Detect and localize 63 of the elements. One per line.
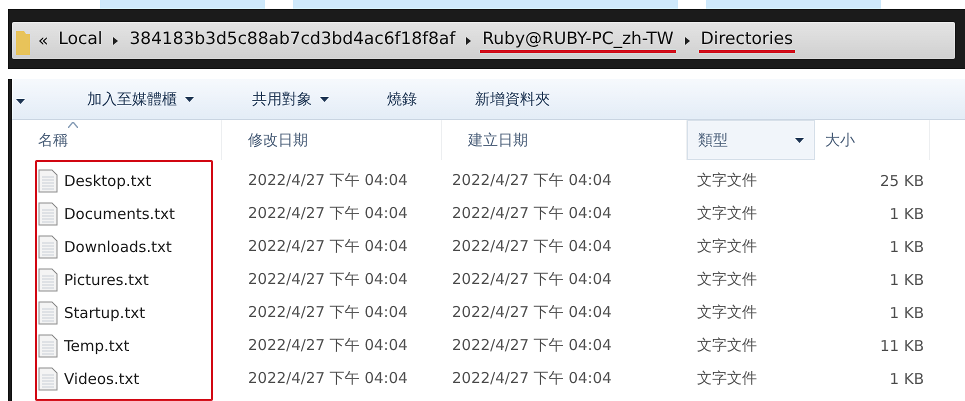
table-cell-text: 文字文件 <box>696 171 758 190</box>
table-cell-text: 2022/4/27 下午 04:04 <box>451 303 613 322</box>
address-bar[interactable]: « Local 384183b3d5c88ab7cd3bd4ac6f18f8af Ruby@RUBY-PC_zh-TW Directories <box>12 22 955 59</box>
column-header[interactable]: 修改日期 <box>222 120 442 160</box>
toolbar-button[interactable]: 燒錄 <box>353 90 441 108</box>
table-cell-text: 1 KB <box>888 270 925 288</box>
file-name[interactable]: Pictures.txt <box>64 270 149 288</box>
text-file-icon <box>38 168 58 192</box>
table-cell-text: 文字文件 <box>696 270 758 289</box>
table-cell-text: 2022/4/27 下午 04:04 <box>451 369 613 388</box>
toolbar-button[interactable]: 加入至媒體櫃 <box>53 90 218 108</box>
table-cell-text: 文字文件 <box>696 204 758 223</box>
dropdown-arrow-icon <box>320 96 329 102</box>
breadcrumb[interactable]: 384183b3d5c88ab7cd3bd4ac6f18f8af <box>127 28 458 52</box>
text-file-icon <box>38 366 58 390</box>
overflow-chevron[interactable]: « <box>38 30 48 50</box>
file-name[interactable]: Desktop.txt <box>64 172 152 190</box>
column-header[interactable]: 名稱 <box>12 120 222 160</box>
table-cell-text: 2022/4/27 下午 04:04 <box>247 336 409 355</box>
toolbar-button[interactable]: 新增資料夾 <box>441 90 574 108</box>
table-cell-text: 2022/4/27 下午 04:04 <box>247 204 409 223</box>
caret-icon <box>684 36 691 44</box>
table-cell-text: 文字文件 <box>696 237 758 256</box>
table-cell-text: 25 KB <box>879 172 925 190</box>
breadcrumb[interactable]: Ruby@RUBY-PC_zh-TW <box>480 28 676 52</box>
table-cell-text: 2022/4/27 下午 04:04 <box>247 270 409 289</box>
column-header[interactable]: 大小 <box>815 120 930 160</box>
table-cell-text: 2022/4/27 下午 04:04 <box>247 369 409 388</box>
breadcrumb[interactable]: Local <box>56 28 104 52</box>
breadcrumb[interactable]: Directories <box>698 28 795 52</box>
dropdown-arrow-icon <box>185 96 194 102</box>
table-cell-text: 1 KB <box>888 304 925 322</box>
table-cell-text: 1 KB <box>888 370 925 388</box>
table-cell-text: 1 KB <box>888 238 925 256</box>
text-file-icon <box>38 234 58 258</box>
table-cell-text: 文字文件 <box>696 303 758 322</box>
dropdown-arrow-icon <box>16 99 25 104</box>
text-file-icon <box>38 268 58 292</box>
table-cell-text: 2022/4/27 下午 04:04 <box>247 171 409 190</box>
text-file-icon <box>38 202 58 226</box>
table-cell-text: 2022/4/27 下午 04:04 <box>451 171 613 190</box>
dropdown-arrow-icon <box>795 138 804 142</box>
table-cell-text: 文字文件 <box>696 336 758 355</box>
file-name[interactable]: Documents.txt <box>64 204 175 222</box>
table-cell-text: 1 KB <box>888 204 925 222</box>
table-cell-text: 2022/4/27 下午 04:04 <box>247 303 409 322</box>
file-name[interactable]: Downloads.txt <box>64 238 172 256</box>
table-cell-text: 2022/4/27 下午 04:04 <box>247 237 409 256</box>
table-cell-text: 2022/4/27 下午 04:04 <box>451 336 613 355</box>
table-cell-text: 2022/4/27 下午 04:04 <box>451 270 613 289</box>
table-cell-text: 2022/4/27 下午 04:04 <box>451 237 613 256</box>
file-name[interactable]: Temp.txt <box>64 336 130 354</box>
toolbar-button[interactable]: 共用對象 <box>218 90 353 108</box>
column-header[interactable]: 類型 <box>687 120 815 160</box>
caret-icon <box>112 36 120 44</box>
table-cell-text: 文字文件 <box>696 369 758 388</box>
file-name[interactable]: Startup.txt <box>64 304 146 322</box>
table-cell-text: 11 KB <box>879 336 925 354</box>
table-cell-text: 2022/4/27 下午 04:04 <box>451 204 613 223</box>
text-file-icon <box>38 300 58 324</box>
caret-icon <box>465 36 472 44</box>
file-name[interactable]: Videos.txt <box>64 370 140 388</box>
text-file-icon <box>38 334 58 358</box>
